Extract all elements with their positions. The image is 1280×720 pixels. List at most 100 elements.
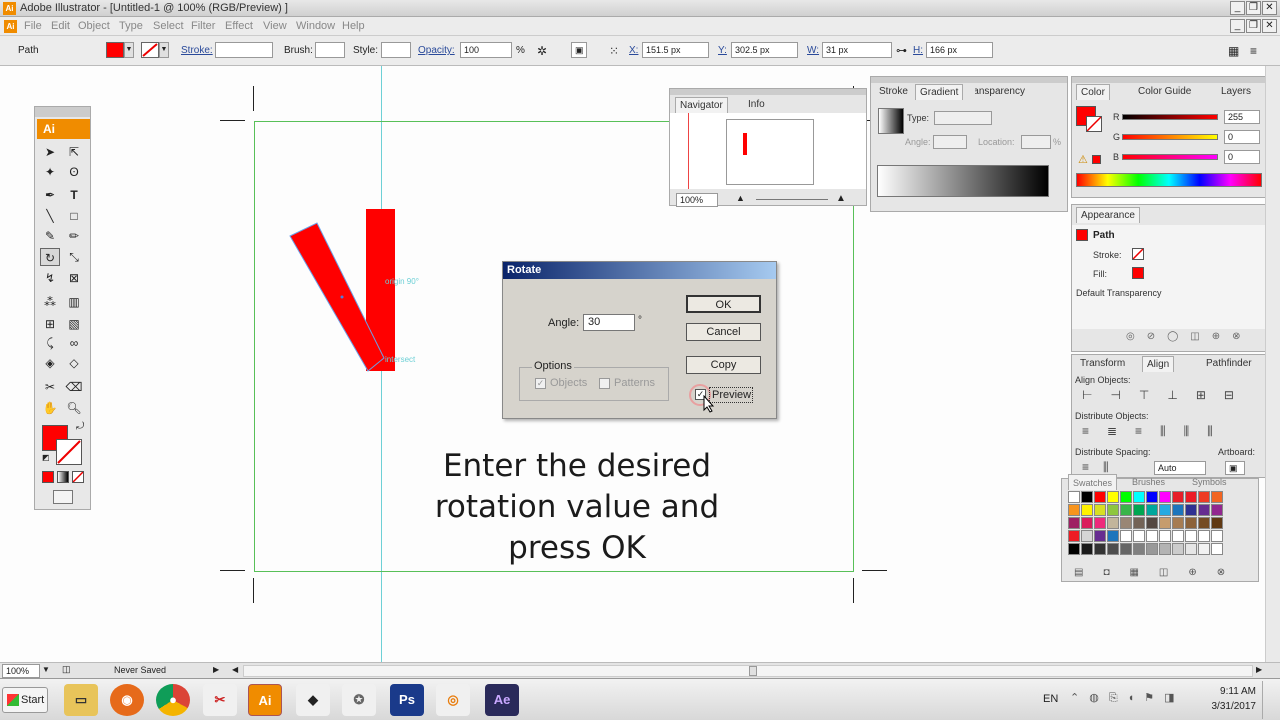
swatch-cell[interactable] bbox=[1172, 517, 1184, 529]
navigator-zoom-field[interactable]: 100% bbox=[676, 193, 718, 207]
photoshop-icon[interactable]: Ps bbox=[390, 684, 424, 716]
screen-mode-icon[interactable] bbox=[53, 490, 73, 504]
swatch-cell[interactable] bbox=[1133, 530, 1145, 542]
swatch-cell[interactable] bbox=[1133, 491, 1145, 503]
doc-restore-button[interactable]: ❐ bbox=[1246, 19, 1261, 33]
menu-file[interactable]: File bbox=[24, 20, 42, 32]
zoom-slider[interactable] bbox=[756, 199, 828, 200]
swatch-cell[interactable] bbox=[1081, 504, 1093, 516]
swatch-cell[interactable] bbox=[1198, 530, 1210, 542]
swatch-cell[interactable] bbox=[1172, 491, 1184, 503]
swatch-cell[interactable] bbox=[1120, 491, 1132, 503]
live-paint-tool-icon[interactable]: ◈ bbox=[40, 354, 60, 372]
color-mode-icon[interactable] bbox=[42, 471, 54, 483]
constrain-link-icon[interactable]: ⊶ bbox=[896, 44, 907, 57]
vertical-scrollbar[interactable] bbox=[1265, 66, 1280, 662]
swatch-cell[interactable] bbox=[1107, 517, 1119, 529]
zoom-level-field[interactable]: 100% bbox=[2, 664, 40, 678]
close-button[interactable]: ✕ bbox=[1262, 1, 1277, 15]
swatch-cell[interactable] bbox=[1107, 530, 1119, 542]
swatch-cell[interactable] bbox=[1068, 530, 1080, 542]
swatch-cell[interactable] bbox=[1120, 530, 1132, 542]
gradient-type-dropdown[interactable] bbox=[934, 111, 992, 125]
swatch-cell[interactable] bbox=[1146, 543, 1158, 555]
fill-dropdown[interactable]: ▼ bbox=[124, 42, 134, 58]
g-field[interactable]: 0 bbox=[1224, 130, 1260, 144]
swatch-cell[interactable] bbox=[1146, 491, 1158, 503]
zoom-out-icon[interactable]: ▲ bbox=[736, 193, 745, 203]
artwork-shapes[interactable] bbox=[280, 196, 440, 386]
chrome-icon[interactable]: ● bbox=[156, 684, 190, 716]
stroke-label[interactable]: Stroke: bbox=[181, 45, 213, 56]
horizontal-scrollbar[interactable] bbox=[243, 665, 1253, 677]
warp-tool-icon[interactable]: ↯ bbox=[40, 269, 60, 287]
swatch-cell[interactable] bbox=[1120, 543, 1132, 555]
swatch-cell[interactable] bbox=[1198, 517, 1210, 529]
swatch-cell[interactable] bbox=[1172, 530, 1184, 542]
tab-gradient[interactable]: Gradient bbox=[915, 84, 964, 100]
color-spectrum[interactable] bbox=[1076, 173, 1262, 187]
selection-tool-icon[interactable]: ➤ bbox=[40, 143, 60, 161]
x-field[interactable]: 151.5 px bbox=[642, 42, 709, 58]
swatch-cell[interactable] bbox=[1081, 517, 1093, 529]
swatch-cell[interactable] bbox=[1198, 543, 1210, 555]
scroll-thumb[interactable] bbox=[749, 666, 757, 676]
swatch-cell[interactable] bbox=[1185, 517, 1197, 529]
align-object-buttons[interactable]: ⊢⊣⊤⊥⊞⊟ bbox=[1082, 388, 1252, 402]
eraser-tool-icon[interactable]: ⌫ bbox=[64, 378, 84, 396]
free-transform-tool-icon[interactable]: ⊠ bbox=[64, 269, 84, 287]
swatch-cell[interactable] bbox=[1068, 517, 1080, 529]
swatch-cell[interactable] bbox=[1185, 543, 1197, 555]
default-colors-icon[interactable]: ◩ bbox=[42, 453, 50, 462]
minimize-button[interactable]: _ bbox=[1230, 1, 1245, 15]
color-stroke-swatch[interactable] bbox=[1086, 116, 1102, 132]
brush-dropdown[interactable] bbox=[315, 42, 345, 58]
fill-swatch[interactable] bbox=[106, 42, 124, 58]
language-indicator[interactable]: EN bbox=[1043, 693, 1058, 705]
distribute-object-buttons[interactable]: ≡≣≡⫼⫼⫼ bbox=[1082, 424, 1231, 439]
blend-tool-icon[interactable]: ∞ bbox=[64, 334, 84, 352]
none-mode-icon[interactable] bbox=[72, 471, 84, 483]
eyedropper-tool-icon[interactable]: ⤹ bbox=[40, 334, 60, 352]
direct-selection-tool-icon[interactable]: ⇱ bbox=[64, 143, 84, 161]
swatch-cell[interactable] bbox=[1107, 504, 1119, 516]
swatch-cell[interactable] bbox=[1185, 530, 1197, 542]
scale-tool-icon[interactable]: ⤡ bbox=[64, 248, 84, 266]
lasso-tool-icon[interactable]: ʘ bbox=[64, 163, 84, 181]
swatch-cell[interactable] bbox=[1211, 491, 1223, 503]
gradient-mode-icon[interactable] bbox=[57, 471, 69, 483]
document-icon[interactable]: Ai bbox=[4, 20, 17, 33]
swatch-cell[interactable] bbox=[1068, 543, 1080, 555]
angle-input[interactable]: 30 bbox=[583, 314, 635, 331]
workspace-icon[interactable]: ▦ bbox=[1228, 44, 1239, 58]
zoom-in-icon[interactable]: ▲ bbox=[836, 193, 846, 204]
swatch-cell[interactable] bbox=[1120, 504, 1132, 516]
gradient-angle-field[interactable] bbox=[933, 135, 967, 149]
swatch-cell[interactable] bbox=[1081, 491, 1093, 503]
symbol-sprayer-tool-icon[interactable]: ⁂ bbox=[40, 293, 60, 311]
r-slider[interactable] bbox=[1122, 114, 1218, 120]
swatches-footer-icons[interactable]: ▤◘▦◫⊕⊗ bbox=[1074, 567, 1245, 578]
stroke-swatch[interactable] bbox=[141, 42, 159, 58]
swatch-cell[interactable] bbox=[1172, 543, 1184, 555]
y-label[interactable]: Y: bbox=[718, 45, 727, 56]
column-graph-tool-icon[interactable]: ▥ bbox=[64, 293, 84, 311]
swatch-cell[interactable] bbox=[1146, 504, 1158, 516]
swatch-cell[interactable] bbox=[1211, 543, 1223, 555]
line-tool-icon[interactable]: ╲ bbox=[40, 207, 60, 225]
swatch-cell[interactable] bbox=[1211, 530, 1223, 542]
menu-edit[interactable]: Edit bbox=[51, 20, 70, 32]
stroke-dropdown[interactable]: ▼ bbox=[159, 42, 169, 58]
swatch-cell[interactable] bbox=[1133, 543, 1145, 555]
swatch-cell[interactable] bbox=[1211, 504, 1223, 516]
default-transparency-label[interactable]: Default Transparency bbox=[1076, 288, 1162, 298]
tab-align[interactable]: Align bbox=[1142, 356, 1175, 372]
firefox-icon[interactable]: ◉ bbox=[110, 684, 144, 716]
appearance-fill-label[interactable]: Fill: bbox=[1093, 269, 1107, 279]
tab-pathfinder[interactable]: Pathfinder bbox=[1202, 356, 1256, 372]
illustrator-icon[interactable]: Ai bbox=[248, 684, 282, 716]
swatch-cell[interactable] bbox=[1198, 491, 1210, 503]
appearance-fill-swatch[interactable] bbox=[1132, 267, 1144, 279]
swatch-cell[interactable] bbox=[1159, 543, 1171, 555]
swatch-cell[interactable] bbox=[1185, 491, 1197, 503]
